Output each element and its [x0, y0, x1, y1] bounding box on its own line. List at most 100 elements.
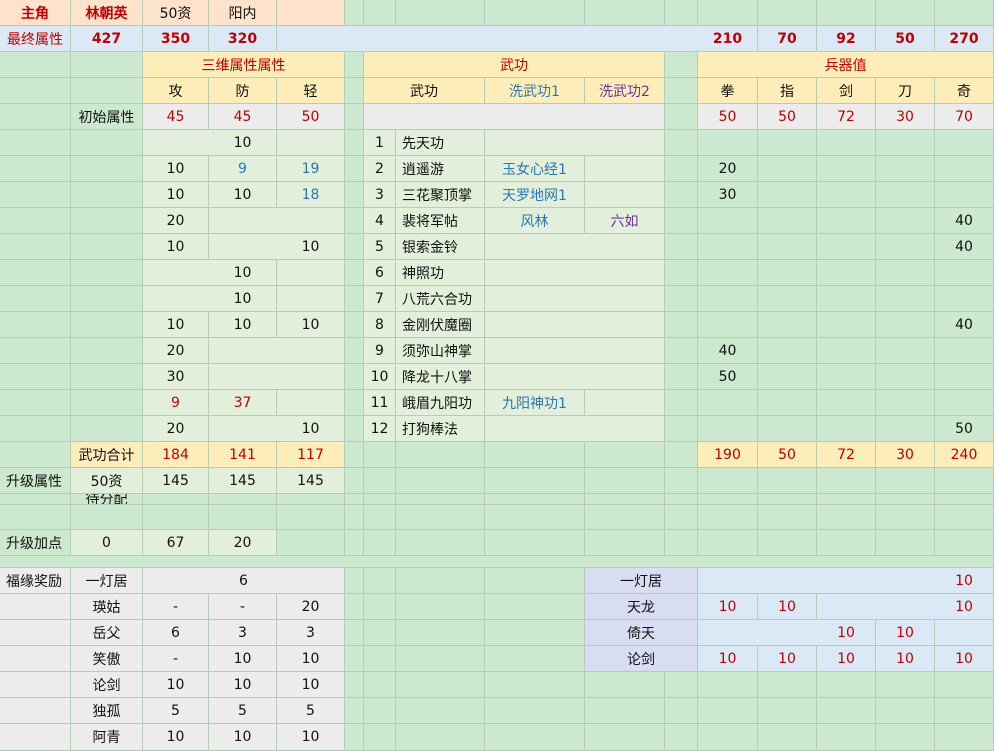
sheet-cell-value[interactable]: 20 [698, 156, 758, 182]
sheet-cell-value[interactable]: 10 [277, 312, 345, 338]
sheet-cell[interactable] [935, 468, 994, 494]
sheet-cell-value[interactable]: - [143, 646, 209, 672]
sheet-cell-value[interactable]: 5 [277, 698, 345, 724]
sheet-cell-value[interactable]: 10 [698, 646, 758, 672]
sheet-cell-value[interactable]: 9 [364, 338, 396, 364]
sheet-cell[interactable] [71, 182, 143, 208]
sheet-cell[interactable] [396, 594, 485, 620]
sheet-cell[interactable] [758, 390, 817, 416]
sheet-cell[interactable] [758, 260, 817, 286]
sheet-cell[interactable] [758, 312, 817, 338]
sheet-cell-value[interactable]: 三维属性属性 [143, 52, 345, 78]
sheet-cell[interactable] [364, 530, 396, 556]
sheet-cell-value[interactable]: 武功 [364, 52, 665, 78]
sheet-cell[interactable] [364, 568, 396, 594]
sheet-cell[interactable] [71, 286, 143, 312]
sheet-cell[interactable] [585, 468, 665, 494]
sheet-cell[interactable] [935, 364, 994, 390]
sheet-cell[interactable] [758, 182, 817, 208]
sheet-cell[interactable] [364, 698, 396, 724]
sheet-cell-value[interactable]: 须弥山神掌 [396, 338, 485, 364]
sheet-cell[interactable] [585, 672, 665, 698]
sheet-cell-value[interactable]: 30 [143, 364, 209, 390]
sheet-cell[interactable] [935, 494, 994, 505]
sheet-cell[interactable] [698, 234, 758, 260]
sheet-cell[interactable] [698, 130, 758, 156]
sheet-cell[interactable] [758, 698, 817, 724]
sheet-cell-value[interactable]: 风林 [485, 208, 585, 234]
sheet-cell-value[interactable]: 六如 [585, 208, 665, 234]
sheet-cell-value[interactable]: 10 [143, 182, 209, 208]
sheet-cell-value[interactable]: 92 [817, 26, 876, 52]
sheet-cell[interactable] [277, 494, 345, 505]
sheet-cell-value[interactable]: 玉女心经1 [485, 156, 585, 182]
sheet-cell-value[interactable]: 10 [209, 286, 277, 312]
sheet-cell-value[interactable]: 倚天 [585, 620, 698, 646]
sheet-cell[interactable] [758, 672, 817, 698]
sheet-cell[interactable] [345, 156, 364, 182]
sheet-cell[interactable] [698, 672, 758, 698]
sheet-cell[interactable] [817, 156, 876, 182]
sheet-cell-value[interactable]: 40 [935, 208, 994, 234]
sheet-cell-value[interactable]: 奇 [935, 78, 994, 104]
sheet-cell-value[interactable]: 武功 [364, 78, 485, 104]
sheet-cell-value[interactable]: 50 [876, 26, 935, 52]
sheet-cell-value[interactable]: 20 [143, 416, 209, 442]
sheet-cell-value[interactable]: 先天功 [396, 130, 485, 156]
sheet-cell[interactable] [585, 724, 665, 751]
sheet-cell-value[interactable]: 兵器值 [698, 52, 994, 78]
sheet-cell[interactable] [817, 530, 876, 556]
sheet-cell[interactable] [0, 156, 71, 182]
sheet-cell-value[interactable]: 50 [277, 104, 345, 130]
sheet-cell-value[interactable]: 防 [209, 78, 277, 104]
sheet-cell-value[interactable]: 笑傲 [71, 646, 143, 672]
sheet-cell[interactable] [758, 494, 817, 505]
sheet-cell-value[interactable]: 19 [277, 156, 345, 182]
sheet-cell-value[interactable]: 主角 [0, 0, 71, 26]
sheet-cell-value[interactable]: 武功合计 [71, 442, 143, 468]
sheet-cell[interactable] [0, 505, 71, 530]
sheet-cell-value[interactable]: 20 [277, 594, 345, 620]
sheet-cell[interactable] [698, 724, 758, 751]
sheet-cell[interactable] [698, 494, 758, 505]
sheet-cell-value[interactable]: 逍遥游 [396, 156, 485, 182]
sheet-cell[interactable] [0, 672, 71, 698]
sheet-cell[interactable] [817, 130, 876, 156]
sheet-cell[interactable] [345, 442, 364, 468]
sheet-cell-value[interactable]: 论剑 [585, 646, 698, 672]
sheet-cell-value[interactable]: 0 [71, 530, 143, 556]
sheet-cell[interactable] [345, 505, 364, 530]
sheet-cell[interactable] [817, 698, 876, 724]
sheet-cell-value[interactable]: 拳 [698, 78, 758, 104]
sheet-cell-value[interactable]: 攻 [143, 78, 209, 104]
sheet-cell[interactable] [345, 364, 364, 390]
sheet-cell[interactable] [364, 594, 396, 620]
sheet-cell[interactable] [364, 620, 396, 646]
sheet-cell[interactable] [485, 505, 585, 530]
sheet-cell[interactable] [345, 568, 364, 594]
sheet-cell[interactable] [876, 182, 935, 208]
sheet-cell[interactable] [665, 442, 698, 468]
sheet-cell[interactable] [935, 0, 994, 26]
sheet-cell-value[interactable]: 9 [143, 390, 209, 416]
sheet-cell[interactable] [345, 182, 364, 208]
sheet-cell[interactable] [0, 52, 71, 78]
sheet-cell[interactable] [71, 338, 143, 364]
sheet-cell-value[interactable]: 50 [935, 416, 994, 442]
sheet-cell-value[interactable]: 轻 [277, 78, 345, 104]
sheet-cell[interactable] [0, 338, 71, 364]
sheet-cell[interactable] [665, 234, 698, 260]
sheet-cell[interactable] [396, 646, 485, 672]
sheet-cell-value[interactable]: 40 [935, 234, 994, 260]
sheet-cell[interactable] [935, 724, 994, 751]
sheet-cell[interactable] [935, 182, 994, 208]
sheet-cell-value[interactable]: 72 [817, 442, 876, 468]
sheet-cell[interactable] [876, 286, 935, 312]
sheet-cell[interactable] [876, 234, 935, 260]
sheet-cell[interactable] [345, 130, 364, 156]
sheet-cell[interactable] [396, 620, 485, 646]
sheet-cell-value[interactable]: 神照功 [396, 260, 485, 286]
sheet-cell[interactable] [665, 78, 698, 104]
sheet-cell[interactable] [345, 620, 364, 646]
sheet-cell[interactable] [758, 530, 817, 556]
